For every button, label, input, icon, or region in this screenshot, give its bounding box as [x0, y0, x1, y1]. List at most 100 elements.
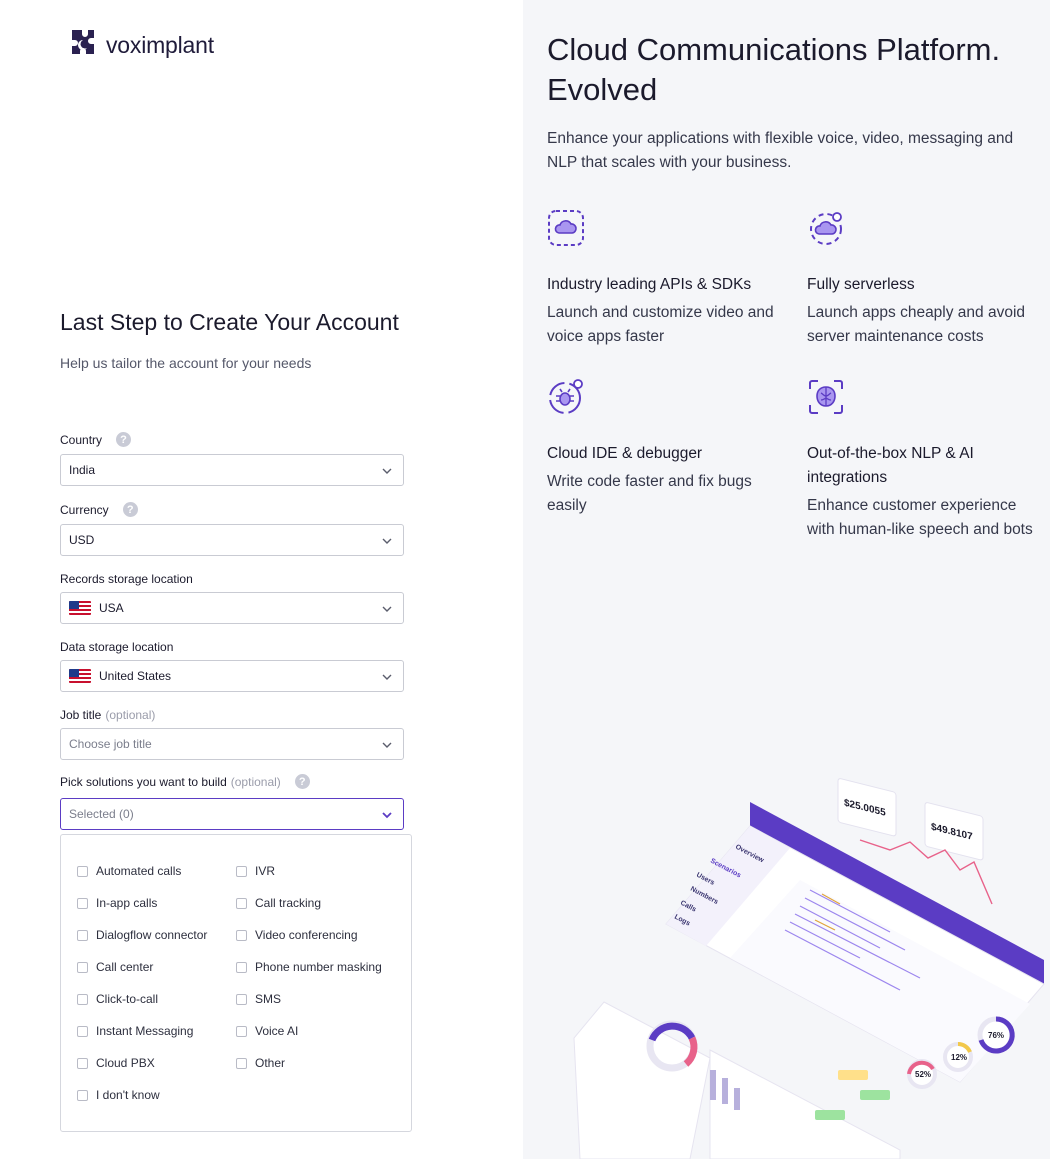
feature-title: Industry leading APIs & SDKs — [547, 276, 752, 293]
feature-ide: Cloud IDE & debugger Write code faster a… — [547, 378, 787, 518]
solutions-optional: (optional) — [230, 774, 281, 789]
checkbox[interactable] — [236, 929, 247, 941]
bug-icon — [549, 379, 583, 414]
chevron-down-icon — [382, 812, 392, 819]
checkbox[interactable] — [236, 865, 247, 877]
chevron-down-icon — [382, 468, 392, 474]
serverless-icon — [810, 212, 842, 245]
gauge-label-1: 76% — [988, 1031, 1004, 1040]
solution-option[interactable]: Video conferencing — [236, 928, 358, 942]
data-storage-label: Data storage location — [60, 640, 173, 654]
chevron-down-icon — [382, 538, 392, 544]
form-title: Last Step to Create Your Account — [60, 309, 399, 335]
option-label: Other — [255, 1056, 286, 1070]
chevron-down-icon — [382, 742, 392, 748]
job-title-optional: (optional) — [105, 708, 156, 722]
option-label: Voice AI — [255, 1024, 299, 1038]
checkbox[interactable] — [77, 1089, 88, 1101]
checkbox[interactable] — [77, 993, 88, 1005]
solution-option[interactable]: Call tracking — [236, 896, 321, 910]
checkbox[interactable] — [236, 1057, 247, 1069]
solution-option[interactable]: Call center — [77, 960, 153, 974]
solution-option[interactable]: Other — [236, 1056, 285, 1070]
country-label-text: Country — [60, 432, 103, 447]
solutions-help-icon[interactable]: ? — [294, 774, 310, 789]
solutions-label: Pick solutions you want to build (option… — [60, 774, 310, 789]
solutions-dropdown: Automated calls In-app calls Dialogflow … — [60, 834, 412, 1132]
form-subtitle: Help us tailor the account for your need… — [60, 355, 312, 371]
solution-option[interactable]: Voice AI — [236, 1024, 298, 1038]
records-storage-value: USA — [99, 601, 124, 615]
country-label: Country ? — [60, 432, 132, 447]
solution-option[interactable]: Phone number masking — [236, 960, 382, 974]
feature-title: Cloud IDE & debugger — [547, 445, 703, 462]
currency-label-text: Currency — [60, 502, 109, 517]
checkbox[interactable] — [77, 1057, 88, 1069]
solution-option[interactable]: Click-to-call — [77, 992, 158, 1006]
feature-title: Fully serverless — [807, 276, 915, 293]
solutions-select[interactable]: Selected (0) — [60, 798, 404, 830]
records-storage-select[interactable]: USA — [60, 592, 404, 624]
feature-text: Enhance customer experience with human-l… — [807, 497, 1033, 538]
job-title-label: Job title (optional) — [60, 708, 155, 722]
brand-logo[interactable]: voximplant — [67, 28, 214, 62]
dashboard-illustration: $25.0055 $49.8107 Overview Scenarios Use… — [573, 778, 1045, 1159]
checkbox[interactable] — [77, 1025, 88, 1037]
country-value: India — [69, 463, 96, 477]
data-storage-value: United States — [99, 669, 172, 683]
option-label: Call tracking — [255, 896, 322, 910]
solution-option[interactable]: Dialogflow connector — [77, 928, 207, 942]
solution-option[interactable]: IVR — [236, 864, 275, 878]
feature-text: Launch apps cheaply and avoid server mai… — [807, 304, 1026, 345]
records-storage-label: Records storage location — [60, 572, 193, 586]
option-label: Click-to-call — [96, 992, 159, 1006]
feature-nlp: Out-of-the-box NLP & AI integrations Enh… — [807, 378, 1047, 542]
job-title-label-text: Job title — [60, 708, 102, 722]
feature-title: Out-of-the-box NLP & AI integrations — [807, 445, 974, 486]
job-title-placeholder: Choose job title — [69, 737, 152, 751]
solution-option[interactable]: Instant Messaging — [77, 1024, 193, 1038]
currency-help-icon[interactable]: ? — [122, 502, 138, 517]
brain-icon — [809, 380, 843, 414]
hero-title: Cloud Communications Platform. Evolved — [547, 32, 1001, 107]
checkbox[interactable] — [77, 961, 88, 973]
chevron-down-icon — [382, 606, 392, 612]
option-label: In-app calls — [96, 896, 158, 910]
signup-panel: voximplant Last Step to Create Your Acco… — [0, 0, 523, 1159]
option-label: Dialogflow connector — [96, 928, 208, 942]
job-title-select[interactable]: Choose job title — [60, 728, 404, 760]
currency-value: USD — [69, 533, 95, 547]
solution-option[interactable]: Automated calls — [77, 864, 181, 878]
country-help-icon[interactable]: ? — [116, 432, 132, 447]
option-label: Phone number masking — [255, 960, 382, 974]
currency-label: Currency ? — [60, 502, 138, 517]
checkbox[interactable] — [236, 1025, 247, 1037]
solution-option[interactable]: Cloud PBX — [77, 1056, 155, 1070]
cloud-icon — [548, 210, 584, 246]
solution-option[interactable]: SMS — [236, 992, 281, 1006]
us-flag-icon — [69, 669, 91, 683]
us-flag-icon — [69, 601, 91, 615]
data-storage-select[interactable]: United States — [60, 660, 404, 692]
option-label: Instant Messaging — [96, 1024, 194, 1038]
country-select[interactable]: India — [60, 454, 404, 486]
solution-option[interactable]: I don't know — [77, 1088, 160, 1102]
checkbox[interactable] — [236, 897, 247, 909]
checkbox[interactable] — [77, 929, 88, 941]
currency-select[interactable]: USD — [60, 524, 404, 556]
option-label: I don't know — [96, 1088, 160, 1102]
brand-name: voximplant — [106, 31, 214, 58]
solutions-label-text: Pick solutions you want to build — [60, 774, 227, 789]
option-label: Call center — [96, 960, 154, 974]
checkbox[interactable] — [77, 897, 88, 909]
solution-option[interactable]: In-app calls — [77, 896, 157, 910]
checkbox[interactable] — [236, 961, 247, 973]
option-label: Cloud PBX — [96, 1056, 155, 1070]
option-label: Automated calls — [96, 864, 182, 878]
checkbox[interactable] — [77, 865, 88, 877]
feature-text: Launch and customize video and voice app… — [547, 304, 774, 345]
data-storage-label-text: Data storage location — [60, 640, 174, 654]
voximplant-logo-icon — [72, 30, 94, 54]
checkbox[interactable] — [236, 993, 247, 1005]
records-storage-label-text: Records storage location — [60, 572, 193, 586]
